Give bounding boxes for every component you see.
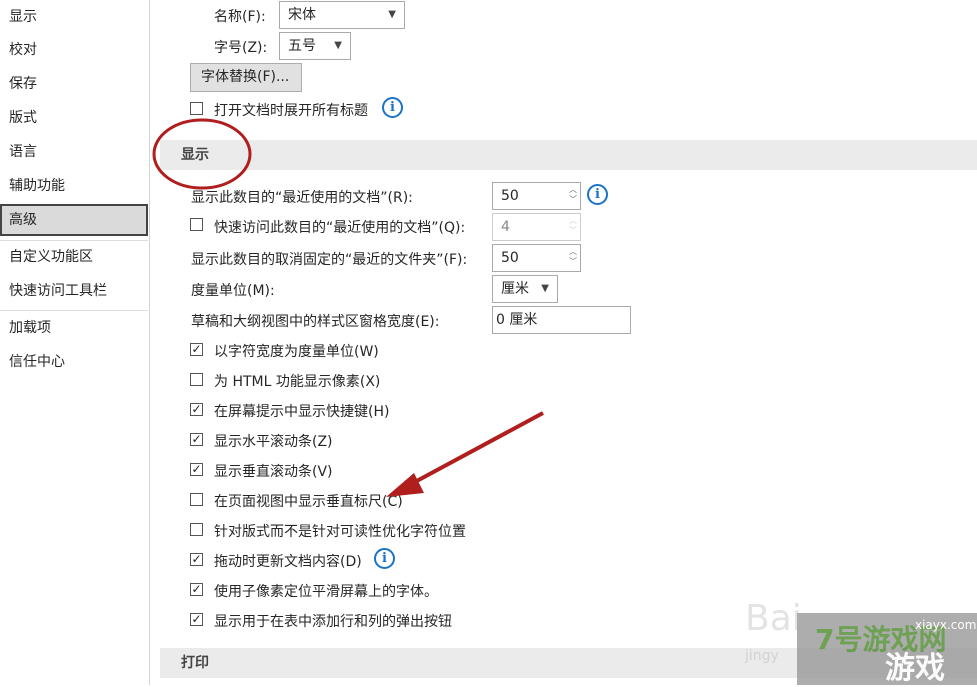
option-checkbox[interactable]: ✓ bbox=[190, 553, 203, 566]
font-name-value: 宋体 bbox=[288, 7, 316, 23]
option-label: 显示水平滚动条(Z) bbox=[214, 434, 333, 450]
info-icon[interactable]: i bbox=[587, 184, 608, 205]
sidebar-item-advanced[interactable]: 高级 bbox=[0, 204, 148, 236]
units-label: 度量单位(M): bbox=[191, 283, 275, 299]
option-label: 显示用于在表中添加行和列的弹出按钮 bbox=[214, 614, 452, 630]
sidebar: 显示 校对 保存 版式 语言 辅助功能 高级 自定义功能区 快速访问工具栏 加载… bbox=[0, 0, 150, 685]
spinner-arrows-icon[interactable]: ︿ ﹀ bbox=[569, 216, 577, 236]
chevron-down-icon: ▼ bbox=[388, 9, 396, 20]
font-name-dropdown[interactable]: 宋体 ▼ bbox=[279, 1, 405, 29]
option-checkbox[interactable]: ✓ bbox=[190, 433, 203, 446]
spinner-arrows-icon[interactable]: ︿ ﹀ bbox=[569, 247, 577, 267]
recent-docs-value: 50 bbox=[501, 188, 519, 204]
display-section-header: 显示 bbox=[160, 140, 977, 170]
sidebar-item-proofing[interactable]: 校对 bbox=[0, 34, 148, 66]
recent-folders-spinner[interactable]: 50 ︿ ﹀ bbox=[492, 244, 581, 272]
sidebar-item-language[interactable]: 语言 bbox=[0, 136, 148, 168]
option-checkbox[interactable] bbox=[190, 493, 203, 506]
info-icon[interactable]: i bbox=[382, 97, 403, 118]
quick-access-label: 快速访问此数目的“最近使用的文档”(Q): bbox=[214, 220, 466, 236]
units-dropdown[interactable]: 厘米 ▼ bbox=[492, 275, 558, 303]
info-icon[interactable]: i bbox=[374, 548, 395, 569]
chevron-down-icon: ▼ bbox=[334, 40, 342, 51]
quick-access-value: 4 bbox=[501, 219, 510, 235]
sidebar-item-trust-center[interactable]: 信任中心 bbox=[0, 346, 148, 378]
chevron-down-icon: ▼ bbox=[541, 283, 549, 294]
recent-docs-spinner[interactable]: 50 ︿ ﹀ bbox=[492, 182, 581, 210]
font-size-dropdown[interactable]: 五号 ▼ bbox=[279, 32, 351, 60]
quick-access-checkbox[interactable] bbox=[190, 218, 203, 231]
font-substitute-button[interactable]: 字体替换(F)... bbox=[190, 63, 302, 92]
font-size-label: 字号(Z): bbox=[214, 40, 268, 56]
sidebar-item-display[interactable]: 显示 bbox=[0, 1, 148, 33]
option-label: 拖动时更新文档内容(D) bbox=[214, 554, 362, 570]
spinner-arrows-icon[interactable]: ︿ ﹀ bbox=[569, 185, 577, 205]
option-label: 以字符宽度为度量单位(W) bbox=[214, 344, 379, 360]
sidebar-item-save[interactable]: 保存 bbox=[0, 68, 148, 100]
option-label: 在页面视图中显示垂直标尺(C) bbox=[214, 494, 403, 510]
watermark-logo: Bai jingy 7号游戏网 xiayx.com 游戏 bbox=[745, 598, 977, 686]
font-name-label: 名称(F): bbox=[214, 9, 266, 25]
sidebar-item-customize-ribbon[interactable]: 自定义功能区 bbox=[0, 241, 148, 273]
option-checkbox[interactable]: ✓ bbox=[190, 613, 203, 626]
option-label: 在屏幕提示中显示快捷键(H) bbox=[214, 404, 390, 420]
recent-folders-label: 显示此数目的取消固定的“最近的文件夹”(F): bbox=[191, 252, 468, 268]
sidebar-item-quick-access-toolbar[interactable]: 快速访问工具栏 bbox=[0, 275, 148, 307]
option-checkbox[interactable] bbox=[190, 373, 203, 386]
red-circle-annotation bbox=[152, 118, 252, 190]
sidebar-item-accessibility[interactable]: 辅助功能 bbox=[0, 170, 148, 202]
option-checkbox[interactable] bbox=[190, 523, 203, 536]
option-checkbox[interactable]: ✓ bbox=[190, 463, 203, 476]
style-width-label: 草稿和大纲视图中的样式区窗格宽度(E): bbox=[191, 314, 440, 330]
recent-folders-value: 50 bbox=[501, 250, 519, 266]
option-label: 针对版式而不是针对可读性优化字符位置 bbox=[214, 524, 466, 540]
option-checkbox[interactable]: ✓ bbox=[190, 343, 203, 356]
style-width-input[interactable]: 0 厘米 bbox=[492, 306, 631, 334]
option-checkbox[interactable]: ✓ bbox=[190, 583, 203, 596]
option-label: 使用子像素定位平滑屏幕上的字体。 bbox=[214, 584, 438, 600]
font-size-value: 五号 bbox=[288, 38, 316, 54]
sidebar-item-layout[interactable]: 版式 bbox=[0, 102, 148, 134]
divider bbox=[0, 310, 148, 311]
option-label: 显示垂直滚动条(V) bbox=[214, 464, 333, 480]
sidebar-item-addins[interactable]: 加载项 bbox=[0, 312, 148, 344]
option-label: 为 HTML 功能显示像素(X) bbox=[214, 374, 381, 390]
quick-access-spinner[interactable]: 4 ︿ ﹀ bbox=[492, 213, 581, 241]
units-value: 厘米 bbox=[501, 281, 529, 297]
red-arrow-annotation bbox=[386, 411, 544, 497]
option-checkbox[interactable]: ✓ bbox=[190, 403, 203, 416]
